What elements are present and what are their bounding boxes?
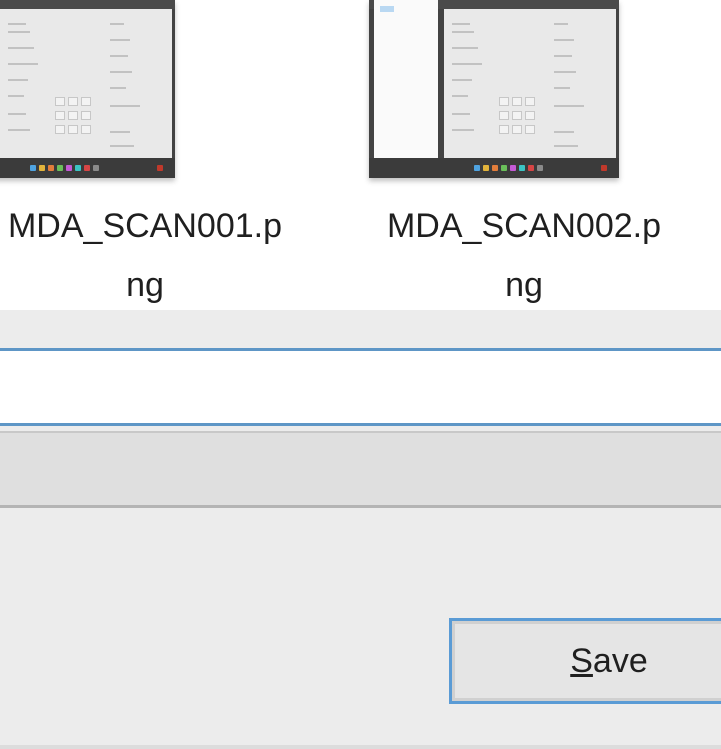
- dialog-bottom-edge: [0, 745, 721, 749]
- file-name-continuation: ng: [126, 266, 164, 304]
- file-name-input[interactable]: [0, 351, 721, 423]
- file-list-area: MDA_SCAN001.p ng MDA_SCAN002.p ng: [0, 0, 721, 310]
- file-name: MDA_SCAN002.p: [386, 207, 661, 245]
- save-button-access-key: S: [570, 641, 593, 680]
- save-button[interactable]: Save: [449, 618, 721, 704]
- file-name: MDA_SCAN001.p: [7, 207, 282, 245]
- file-item[interactable]: MDA_SCAN002.p ng: [359, 0, 689, 310]
- file-item[interactable]: MDA_SCAN001.p ng: [0, 0, 310, 310]
- save-button-label: ave: [592, 641, 648, 680]
- file-name-continuation: ng: [505, 266, 543, 304]
- screenshot-thumbnail-icon: [369, 0, 619, 178]
- save-as-type-dropdown[interactable]: [0, 431, 721, 508]
- field-focus-border: [0, 423, 721, 426]
- screenshot-thumbnail-icon: [0, 0, 175, 178]
